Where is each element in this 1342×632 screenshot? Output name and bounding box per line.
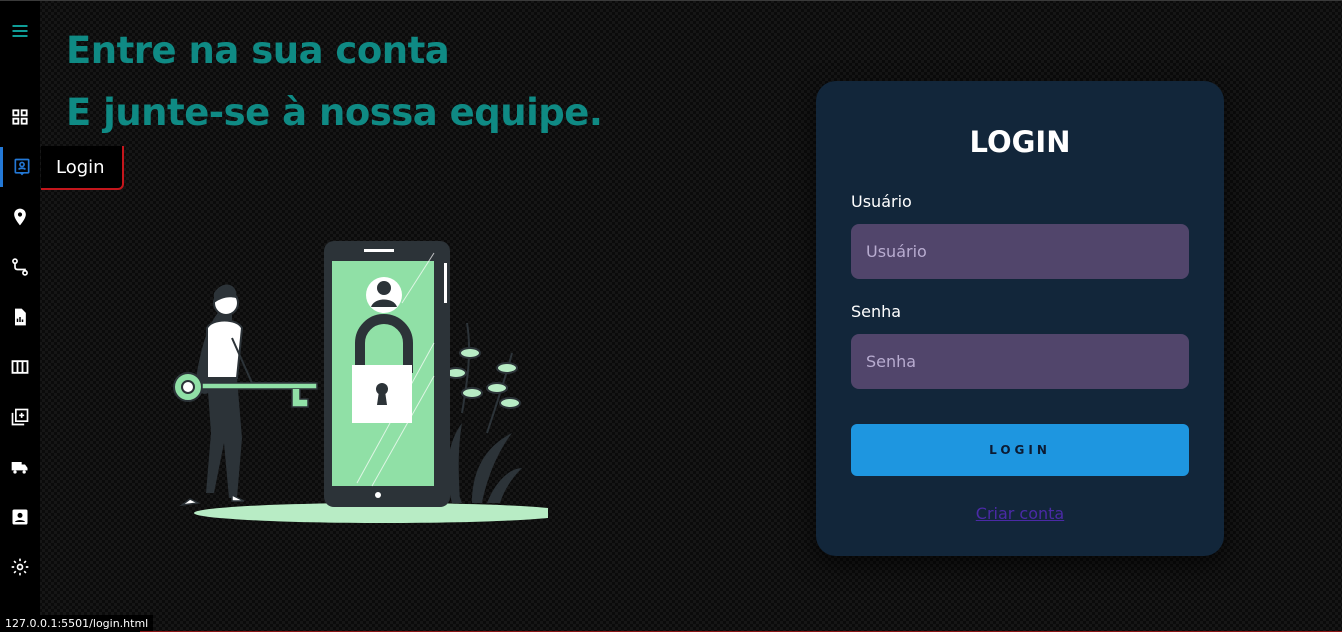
username-label: Usuário	[851, 192, 912, 211]
sidebar-item-account[interactable]	[0, 497, 40, 537]
menu-icon[interactable]	[0, 11, 40, 51]
account-box-icon	[12, 509, 28, 525]
sidebar-item-report[interactable]	[0, 297, 40, 337]
sidebar-item-add[interactable]	[0, 397, 40, 437]
username-input[interactable]	[851, 224, 1189, 279]
login-title: LOGIN	[969, 125, 1071, 159]
sidebar-item-location[interactable]	[0, 197, 40, 237]
login-illustration	[173, 241, 548, 523]
table-icon	[11, 360, 29, 374]
report-icon	[15, 308, 26, 326]
login-card: LOGIN Usuário Senha LOGIN Criar conta	[816, 81, 1224, 556]
grid-icon	[12, 109, 28, 125]
sidebar-item-truck[interactable]	[0, 447, 40, 487]
status-bar-url: 127.0.0.1:5501/login.html	[0, 615, 154, 632]
sidebar-item-login[interactable]	[0, 147, 40, 187]
password-input[interactable]	[851, 334, 1189, 389]
password-label: Senha	[851, 302, 902, 321]
tooltip-label: Login	[56, 156, 105, 178]
sidebar-item-table[interactable]	[0, 347, 40, 387]
sidebar	[0, 1, 40, 632]
truck-icon	[11, 462, 28, 474]
location-pin-icon	[14, 208, 26, 226]
login-button[interactable]: LOGIN	[851, 424, 1189, 476]
add-box-icon	[11, 408, 29, 426]
sidebar-item-dashboard[interactable]	[0, 97, 40, 137]
contact-icon	[14, 158, 29, 176]
headline-line-2: E junte-se à nossa equipe.	[66, 91, 603, 134]
sidebar-tooltip: Login	[41, 146, 124, 190]
sidebar-item-settings[interactable]	[0, 547, 40, 587]
route-icon	[12, 258, 28, 276]
sidebar-item-route[interactable]	[0, 247, 40, 287]
headline-line-1: Entre na sua conta	[66, 29, 450, 72]
gear-icon	[11, 558, 29, 576]
create-account-link[interactable]: Criar conta	[816, 504, 1224, 523]
